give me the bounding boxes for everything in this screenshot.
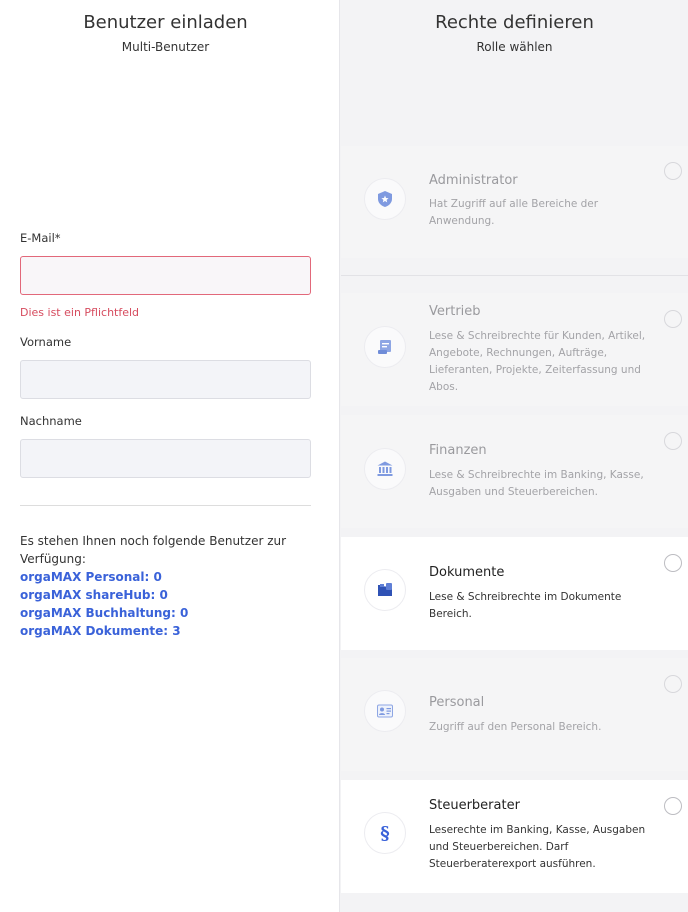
role-radio[interactable] [664,797,682,815]
email-field-wrapper [20,256,311,295]
role-dokumente[interactable]: Dokumente Lese & Schreibrechte im Dokume… [341,537,688,650]
role-vertrieb[interactable]: Vertrieb Lese & Schreibrechte für Kunden… [341,293,688,406]
email-field[interactable] [21,257,310,294]
role-name: Vertrieb [429,304,481,319]
paragraph-icon: § [364,812,406,854]
role-finanzen[interactable]: Finanzen Lese & Schreibrechte im Banking… [341,415,688,528]
bank-icon [364,448,406,490]
role-description: Hat Zugriff auf alle Bereiche der Anwend… [429,198,599,227]
role-description: Leserechte im Banking, Kasse, Ausgaben u… [429,824,646,870]
role-name: Dokumente [429,565,505,580]
role-name: Finanzen [429,443,487,458]
shield-star-icon [364,178,406,220]
invoice-icon [364,326,406,368]
role-radio[interactable] [664,310,682,328]
invite-subtitle: Multi-Benutzer [121,40,210,54]
role-name: Administrator [429,173,518,188]
role-radio[interactable] [664,554,682,572]
role-personal[interactable]: Personal Zugriff auf den Personal Bereic… [341,658,688,771]
quota-dokumente[interactable]: orgaMAX Dokumente: 3 [20,622,300,640]
role-administrator[interactable]: Administrator Hat Zugriff auf alle Berei… [341,146,688,258]
role-name: Personal [429,695,485,710]
define-rights-panel: Rechte definieren Rolle wählen Administr… [339,0,688,912]
role-separator [341,275,688,276]
lastname-field[interactable] [21,440,310,477]
quota-sharehub[interactable]: orgaMAX shareHub: 0 [20,586,300,604]
paragraph-symbol: § [380,822,390,844]
id-card-icon [364,690,406,732]
quota-buchhaltung[interactable]: orgaMAX Buchhaltung: 0 [20,604,300,622]
quota-personal[interactable]: orgaMAX Personal: 0 [20,568,300,586]
rights-subtitle: Rolle wählen [476,40,553,54]
role-description: Lese & Schreibrechte im Dokumente Bereic… [429,591,622,620]
folder-icon [364,569,406,611]
role-radio[interactable] [664,675,682,693]
role-description: Lese & Schreibrechte für Kunden, Artikel… [429,330,646,393]
available-users-text: Es stehen Ihnen noch folgende Benutzer z… [20,534,287,566]
email-error-message: Dies ist ein Pflichtfeld [20,306,140,319]
role-description: Zugriff auf den Personal Bereich. [429,721,602,733]
role-steuerberater[interactable]: § Steuerberater Leserechte im Banking, K… [341,780,688,893]
role-name: Steuerberater [429,798,520,813]
role-radio[interactable] [664,432,682,450]
rights-title: Rechte definieren [435,12,594,33]
lastname-label: Nachname [20,414,82,428]
invite-user-panel: Benutzer einladen Multi-Benutzer E-Mail*… [0,0,339,912]
invite-title: Benutzer einladen [83,12,248,33]
firstname-field[interactable] [21,361,310,398]
lastname-field-wrapper [20,439,311,478]
role-description: Lese & Schreibrechte im Banking, Kasse, … [429,469,644,498]
available-users-info: Es stehen Ihnen noch folgende Benutzer z… [20,532,300,640]
email-label: E-Mail* [20,231,61,245]
role-radio[interactable] [664,162,682,180]
firstname-label: Vorname [20,335,72,349]
firstname-field-wrapper [20,360,311,399]
divider [20,505,311,506]
